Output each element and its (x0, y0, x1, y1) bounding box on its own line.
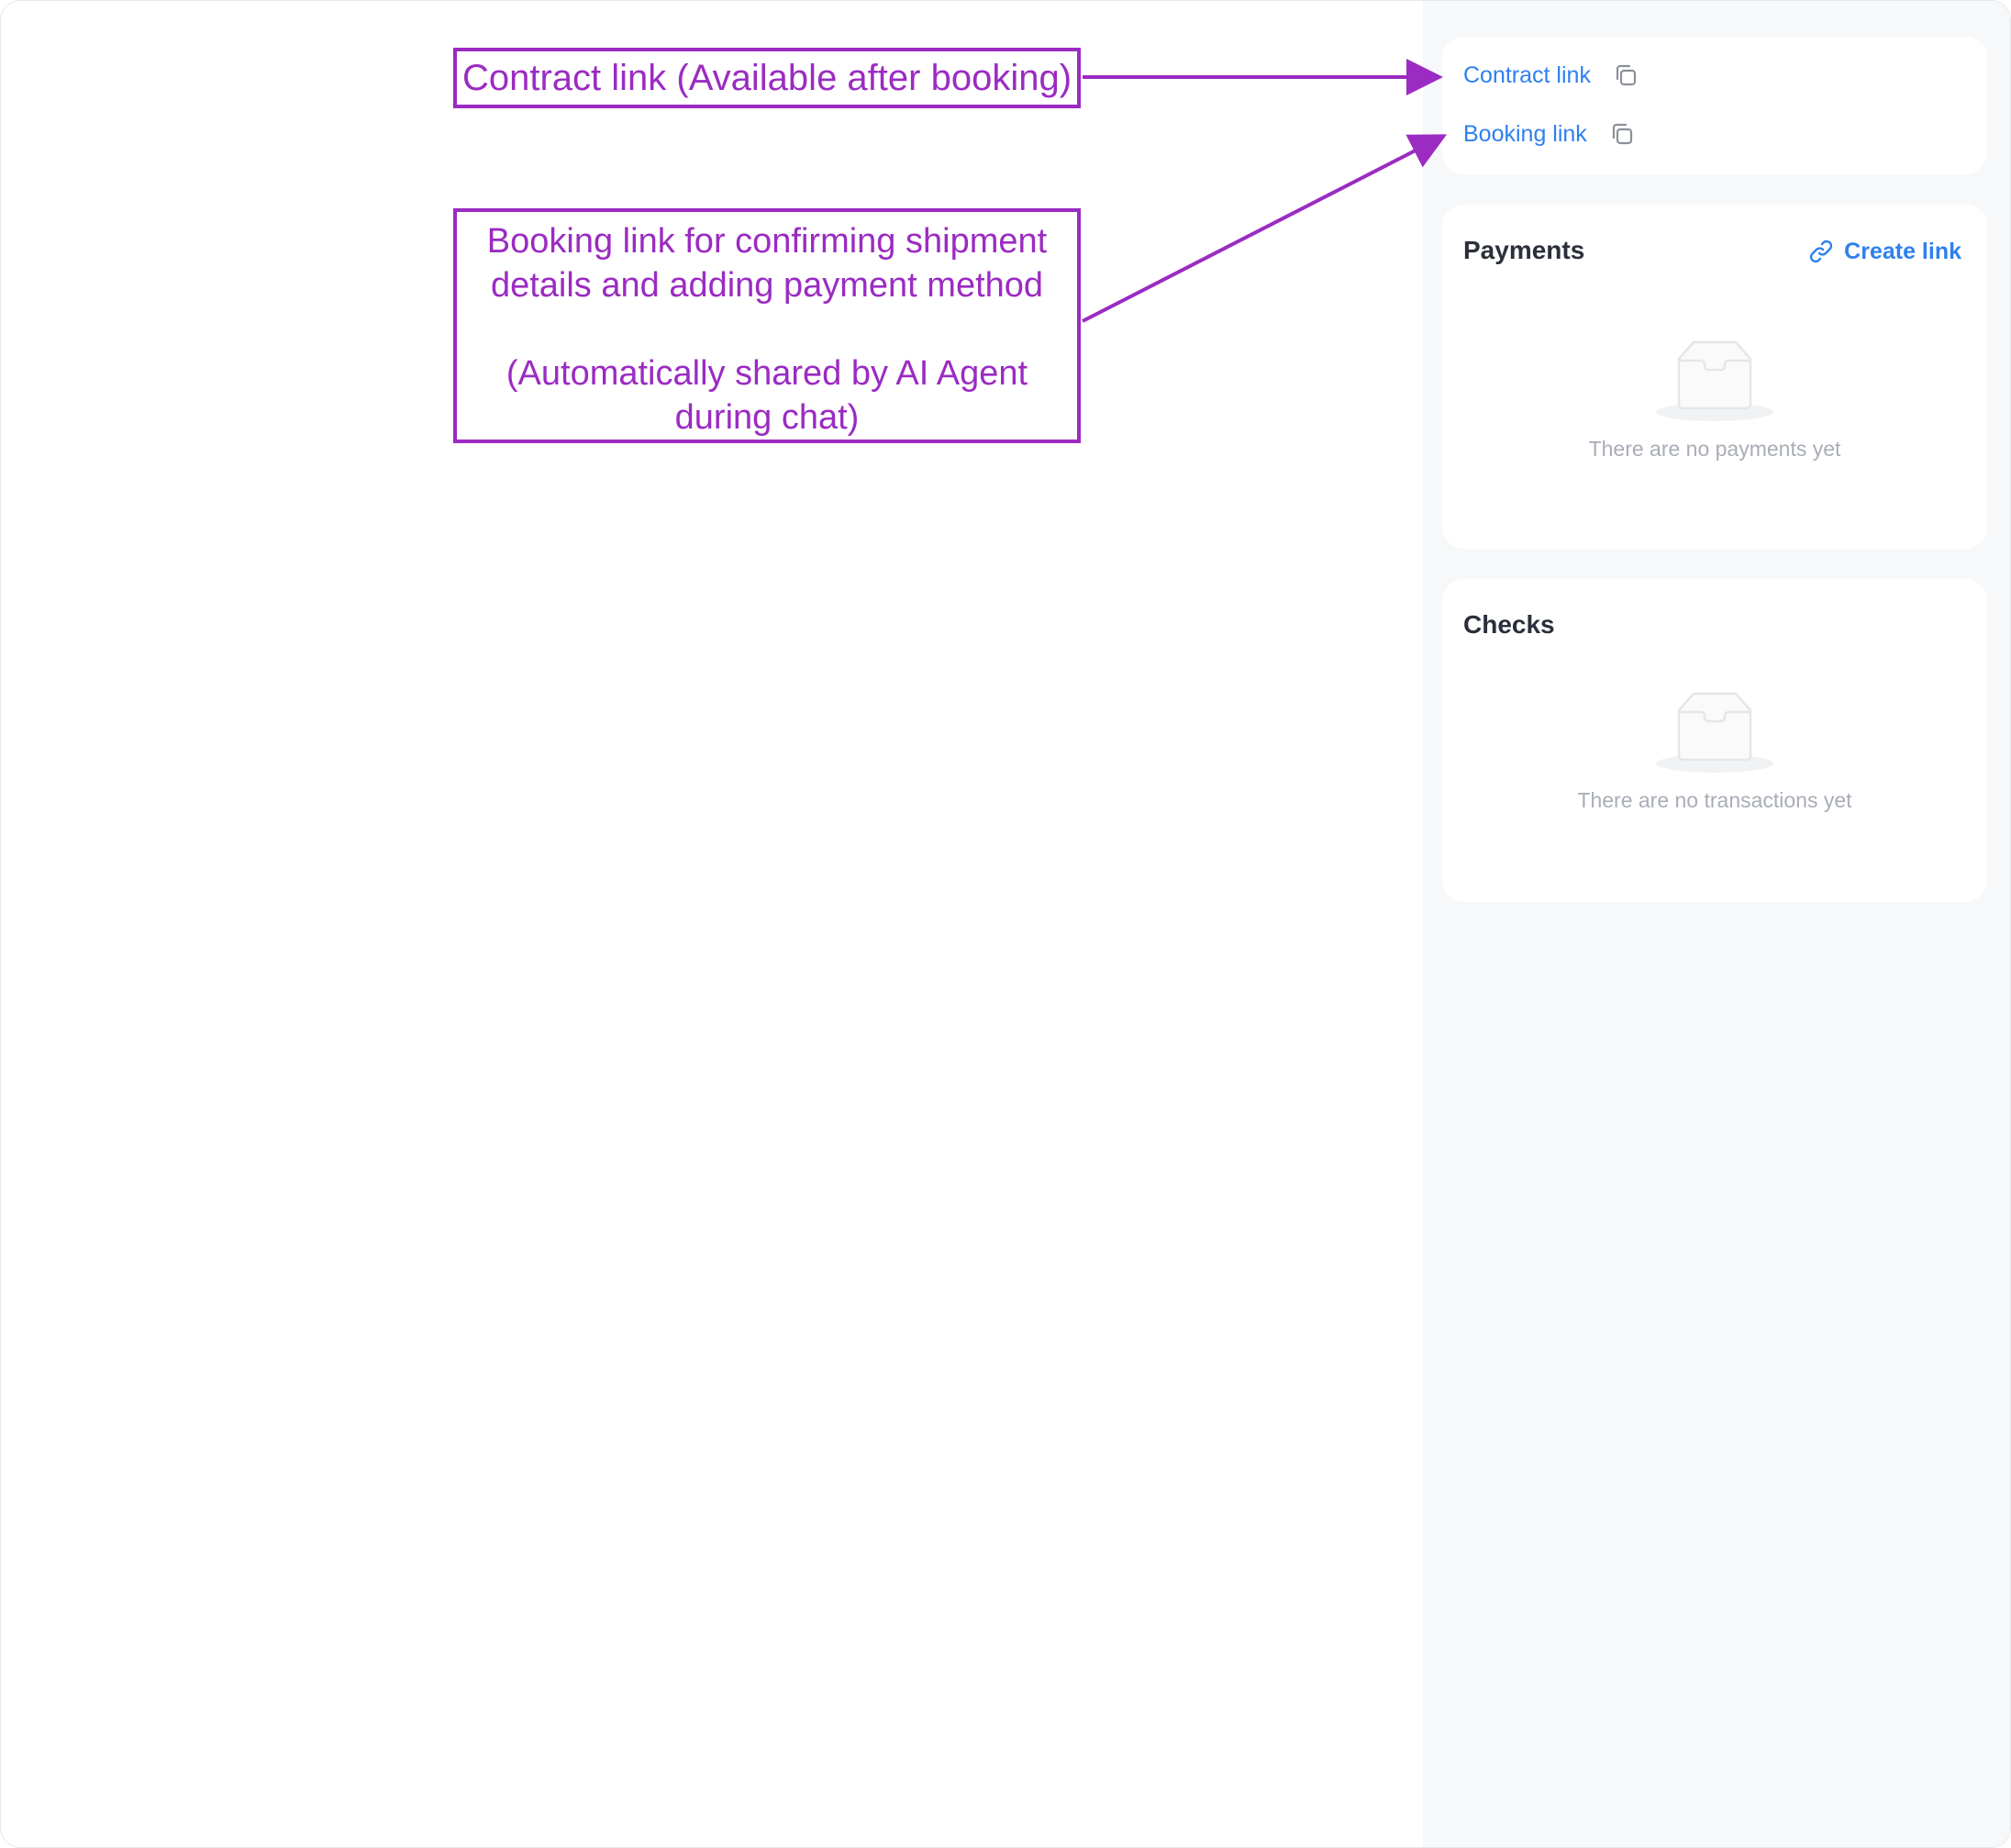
copy-icon[interactable] (1607, 119, 1637, 149)
payments-empty-text: There are no payments yet (1588, 437, 1841, 461)
inbox-icon (1656, 692, 1773, 773)
booking-link-row: Booking link (1463, 116, 1637, 152)
annotation-booking-line: (Automatically shared by AI Agent (506, 354, 1028, 393)
links-card: Contract link Booking link (1442, 37, 1987, 174)
annotation-booking-line: details and adding payment method (490, 266, 1044, 305)
booking-link[interactable]: Booking link (1463, 121, 1587, 148)
link-icon (1809, 239, 1833, 263)
create-link-label: Create link (1844, 238, 1961, 264)
annotation-booking-link: Booking link for confirming shipment det… (453, 208, 1081, 443)
checks-empty-text: There are no transactions yet (1577, 788, 1852, 812)
payments-title: Payments (1463, 236, 1585, 264)
inbox-icon (1656, 340, 1773, 421)
payments-card: Payments Create link There are no paymen… (1442, 205, 1987, 549)
annotation-booking-line: during chat) (674, 398, 860, 437)
checks-title: Checks (1463, 610, 1555, 639)
annotation-contract-link: Contract link (Available after booking) (453, 48, 1081, 108)
annotation-contract-text: Contract link (Available after booking) (461, 58, 1072, 98)
annotation-booking-line: Booking link for confirming shipment (486, 222, 1048, 261)
contract-link[interactable]: Contract link (1463, 62, 1591, 89)
contract-link-row: Contract link (1463, 57, 1640, 94)
right-side-panel: Contract link Booking link Payments Crea… (1423, 1, 2010, 1847)
copy-icon[interactable] (1611, 61, 1640, 90)
checks-card: Checks There are no transactions yet (1442, 579, 1987, 902)
create-link-button[interactable]: Create link (1807, 238, 1961, 265)
